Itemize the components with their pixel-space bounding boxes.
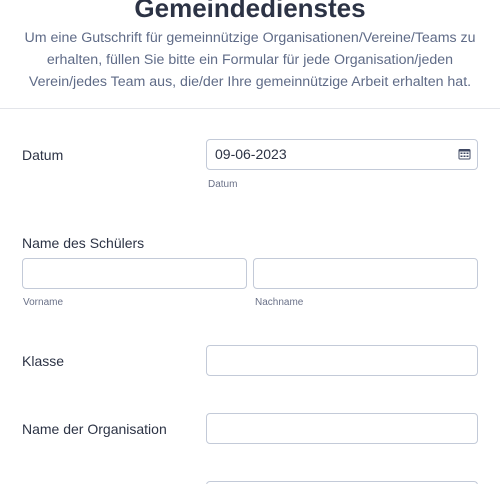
student-name-label: Name des Schülers [22, 235, 145, 251]
last-name-sublabel: Nachname [255, 297, 304, 308]
first-name-sublabel: Vorname [23, 297, 64, 308]
form-page: Gemeindedienstes Um eine Gutschrift für … [0, 0, 500, 484]
date-label: Datum [22, 147, 64, 163]
date-input[interactable]: 09-06-2023 [206, 139, 478, 170]
date-sublabel: Datum [208, 179, 238, 190]
form-title: Gemeindedienstes [134, 0, 366, 23]
last-name-input[interactable] [253, 258, 478, 289]
class-input[interactable] [206, 345, 478, 376]
organisation-label: Name der Organisation [22, 421, 167, 437]
class-label: Klasse [22, 353, 65, 369]
date-value: 09-06-2023 [215, 146, 287, 162]
organisation-input[interactable] [206, 413, 478, 444]
form-header: Gemeindedienstes Um eine Gutschrift für … [0, 0, 500, 109]
first-name-input[interactable] [22, 258, 247, 289]
form-description: Um eine Gutschrift für gemeinnützige Org… [24, 30, 476, 90]
calendar-icon[interactable] [458, 148, 471, 160]
